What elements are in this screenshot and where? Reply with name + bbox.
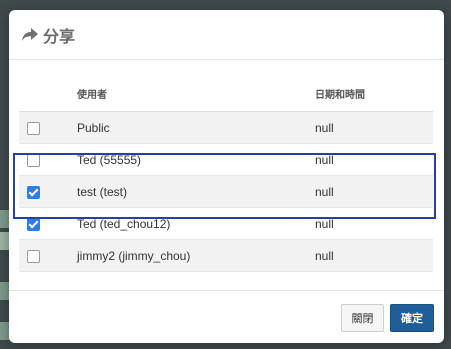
row-datetime: null (315, 239, 433, 272)
row-checkbox[interactable] (27, 153, 40, 167)
row-datetime: null (315, 111, 433, 144)
row-checkbox[interactable] (27, 121, 40, 135)
dialog-title: 分享 (43, 28, 76, 46)
row-checkbox-cell (19, 175, 77, 208)
row-user: Ted (ted_chou12) (77, 207, 315, 240)
row-checkbox[interactable] (27, 217, 40, 231)
table-row[interactable]: Ted (55555) null (19, 143, 433, 176)
row-checkbox[interactable] (27, 249, 40, 263)
row-checkbox[interactable] (27, 185, 40, 199)
row-user: Ted (55555) (77, 143, 315, 176)
row-checkbox-cell (19, 143, 77, 176)
table-row[interactable]: Ted (ted_chou12) null (19, 207, 433, 240)
row-user: jimmy2 (jimmy_chou) (77, 239, 315, 272)
share-table: 使用者 日期和時間 Public null Ted (55555) null t… (19, 75, 433, 272)
share-dialog: 分享 使用者 日期和時間 Public null Ted (55555) nul… (9, 10, 444, 343)
share-icon (21, 27, 39, 43)
row-checkbox-cell (19, 239, 77, 272)
row-checkbox-cell (19, 111, 77, 144)
header-datetime: 日期和時間 (315, 75, 433, 112)
table-row[interactable]: jimmy2 (jimmy_chou) null (19, 239, 433, 272)
dialog-footer: 關閉 確定 (9, 290, 444, 343)
table-row[interactable]: test (test) null (19, 175, 433, 208)
row-user: Public (77, 111, 315, 144)
row-datetime: null (315, 175, 433, 208)
row-checkbox-cell (19, 207, 77, 240)
header-user: 使用者 (77, 75, 315, 112)
table-header-row: 使用者 日期和時間 (19, 75, 433, 112)
confirm-button[interactable]: 確定 (390, 304, 434, 332)
row-datetime: null (315, 207, 433, 240)
row-user: test (test) (77, 175, 315, 208)
row-datetime: null (315, 143, 433, 176)
table-row[interactable]: Public null (19, 111, 433, 144)
header-checkbox-column (19, 75, 77, 112)
dialog-header: 分享 (9, 10, 444, 60)
close-button[interactable]: 關閉 (341, 304, 384, 332)
